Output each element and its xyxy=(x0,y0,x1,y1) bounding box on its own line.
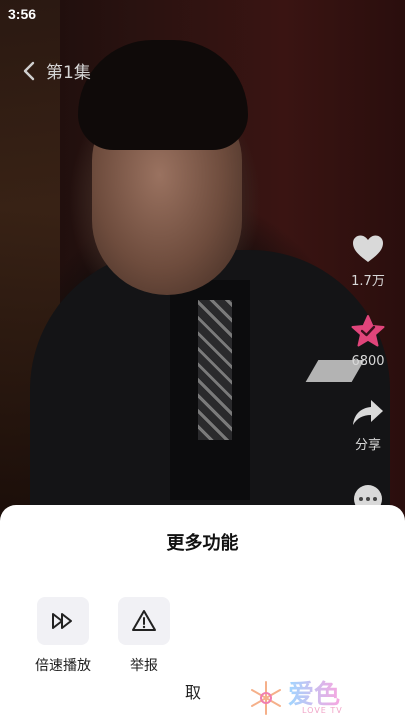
report-icon-box xyxy=(118,597,170,645)
playback-speed-label: 倍速播放 xyxy=(35,658,91,674)
fast-forward-icon xyxy=(52,613,72,629)
share-label: 分享 xyxy=(354,438,381,453)
chevron-left-icon xyxy=(23,61,35,80)
star-icon xyxy=(351,315,385,347)
sheet-title: 更多功能 xyxy=(166,533,239,554)
share-arrow-icon xyxy=(353,400,383,425)
watermark-subtitle: LOVE TV xyxy=(302,706,343,715)
video-figure-hair xyxy=(78,40,248,150)
playback-speed-icon-box xyxy=(37,597,89,645)
warning-icon xyxy=(132,610,156,631)
heart-icon xyxy=(353,235,383,262)
snowflake-logo-icon xyxy=(251,681,281,715)
cancel-button[interactable]: 取 xyxy=(185,679,201,703)
status-bar-time: 3:56 xyxy=(8,6,37,22)
report-label: 举报 xyxy=(130,658,158,674)
share-button[interactable]: 分享 xyxy=(346,398,390,453)
playback-speed-button[interactable]: 倍速播放 xyxy=(23,597,103,675)
back-button[interactable]: 第1集 xyxy=(20,58,91,83)
like-button[interactable]: 1.7万 xyxy=(346,234,390,289)
video-figure-tie xyxy=(198,300,232,440)
episode-title: 第1集 xyxy=(46,63,91,83)
favorite-count: 6800 xyxy=(351,354,385,369)
watermark-logo: 爱色 LOVE TV xyxy=(244,670,379,720)
favorite-button[interactable]: 6800 xyxy=(346,314,390,369)
like-count: 1.7万 xyxy=(351,274,385,289)
report-button[interactable]: 举报 xyxy=(104,597,184,675)
